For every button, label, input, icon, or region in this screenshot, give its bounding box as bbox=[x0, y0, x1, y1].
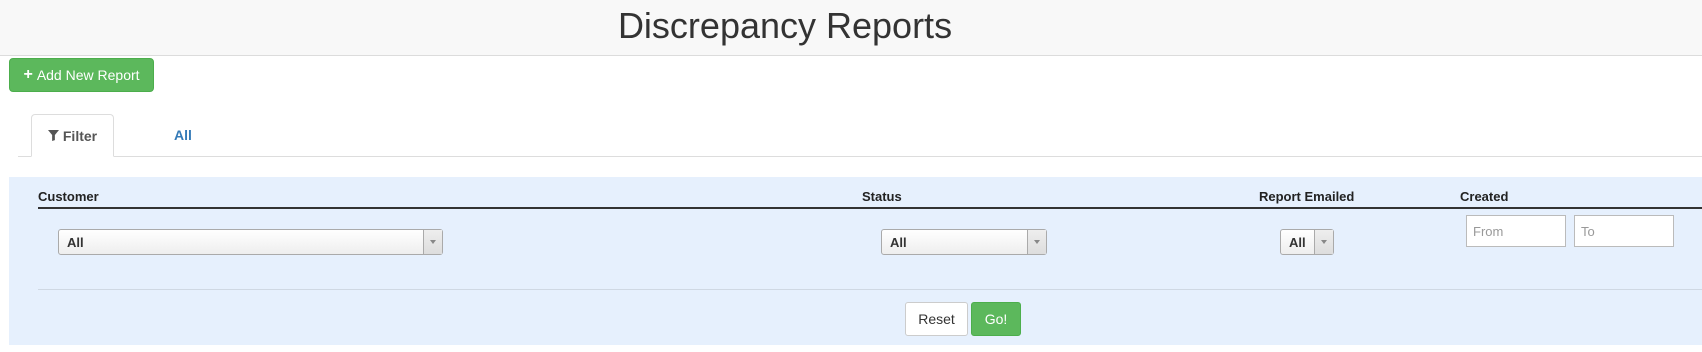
tab-filter-label: Filter bbox=[62, 127, 98, 144]
filter-panel: Customer Status Report Emailed Created A… bbox=[9, 177, 1702, 345]
tab-all[interactable]: All bbox=[148, 114, 218, 156]
report-emailed-select-value: All bbox=[1289, 234, 1306, 250]
go-button[interactable]: Go! bbox=[971, 302, 1021, 336]
status-select[interactable]: All bbox=[881, 229, 1047, 255]
created-from-input[interactable] bbox=[1466, 215, 1566, 247]
header-divider bbox=[38, 207, 1702, 209]
report-emailed-select[interactable]: All bbox=[1280, 229, 1334, 255]
plus-icon: + bbox=[23, 66, 33, 83]
reset-button[interactable]: Reset bbox=[905, 302, 968, 336]
customer-select[interactable]: All bbox=[58, 229, 443, 255]
page-title: Discrepancy Reports bbox=[617, 5, 953, 46]
created-label: Created bbox=[1460, 189, 1509, 204]
chevron-down-icon bbox=[423, 230, 442, 254]
page-header: Discrepancy Reports bbox=[0, 0, 1702, 56]
status-label: Status bbox=[862, 189, 902, 204]
customer-label: Customer bbox=[38, 189, 99, 204]
chevron-down-icon bbox=[1314, 230, 1333, 254]
customer-select-value: All bbox=[67, 234, 84, 250]
chevron-down-icon bbox=[1027, 230, 1046, 254]
panel-divider bbox=[38, 289, 1702, 290]
add-new-report-label: Add New Report bbox=[36, 67, 140, 83]
add-new-report-button[interactable]: + Add New Report bbox=[9, 58, 154, 92]
tab-filter[interactable]: Filter bbox=[31, 114, 114, 157]
created-to-input[interactable] bbox=[1574, 215, 1674, 247]
filter-tabs: Filter All bbox=[18, 114, 1702, 157]
tab-all-label: All bbox=[174, 127, 192, 143]
filter-icon bbox=[47, 130, 59, 141]
report-emailed-label: Report Emailed bbox=[1259, 189, 1355, 204]
status-select-value: All bbox=[890, 234, 907, 250]
